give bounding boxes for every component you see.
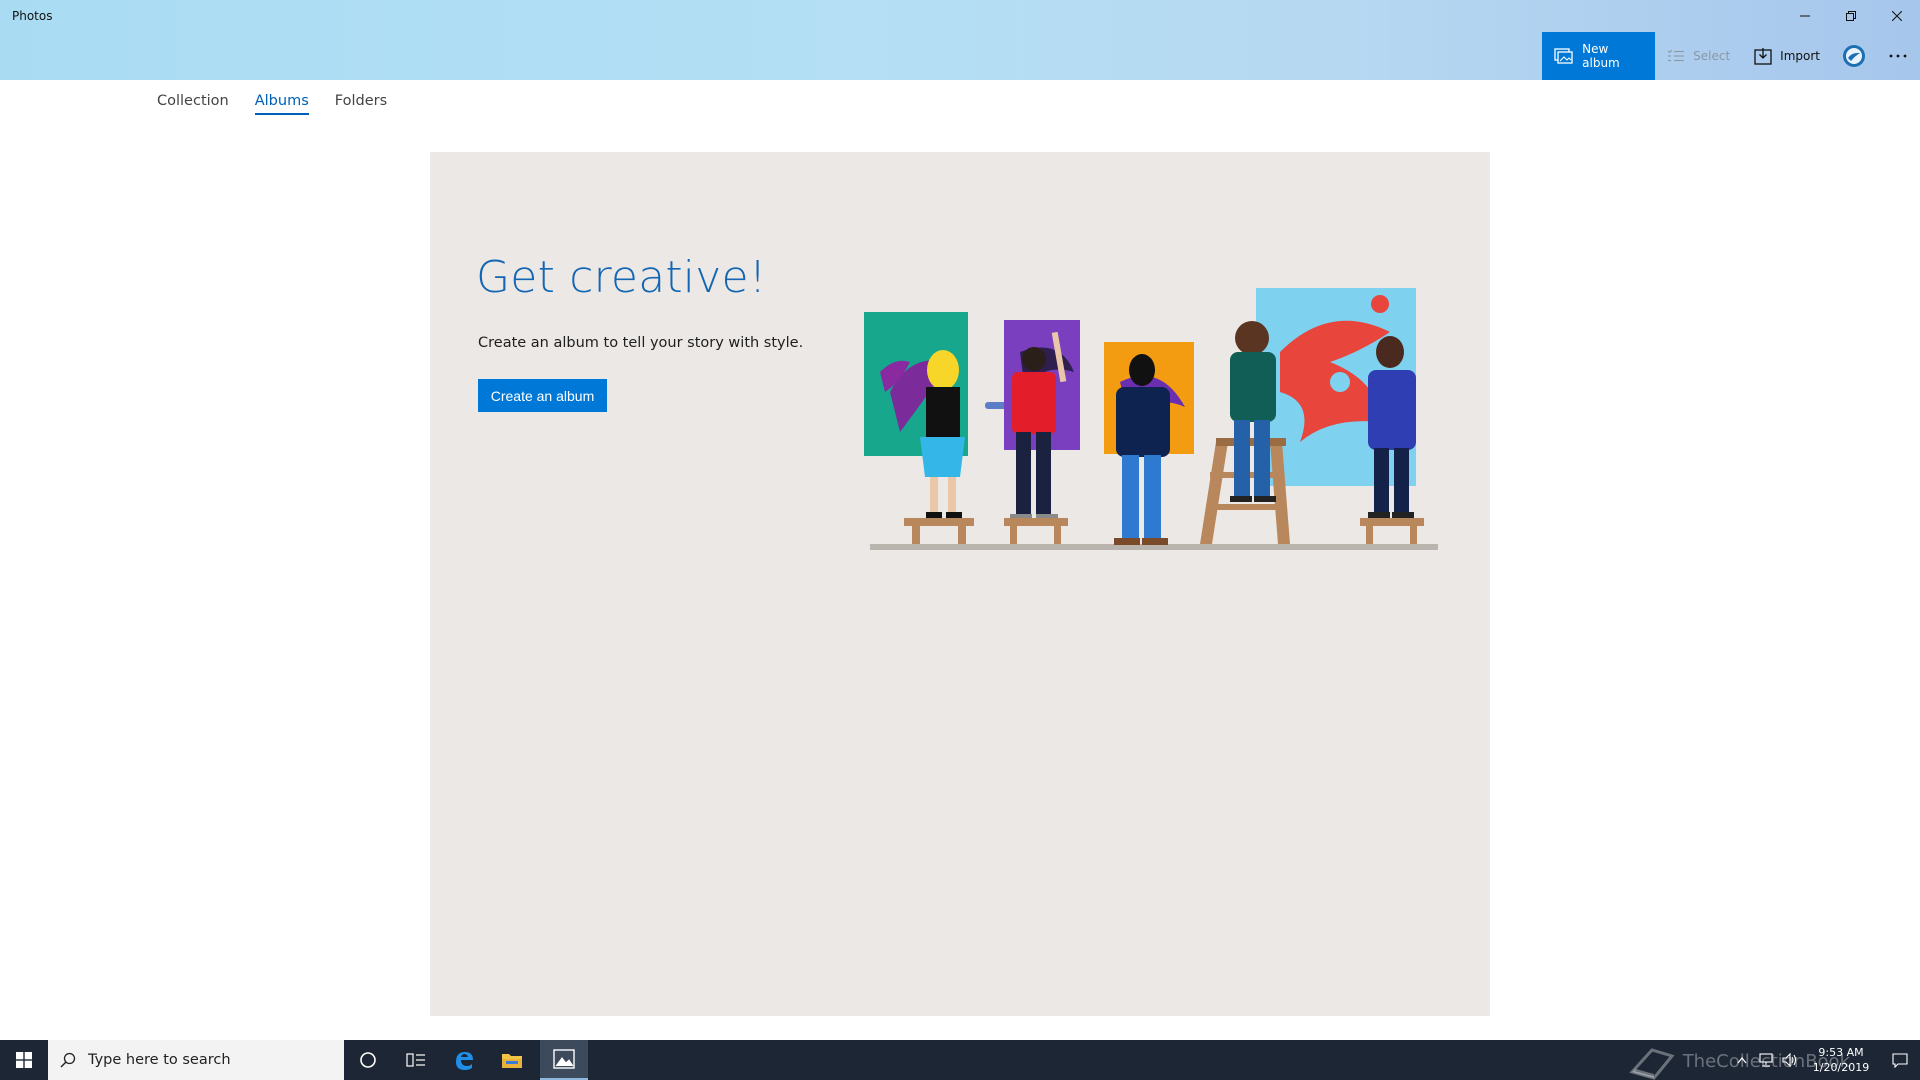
tab-albums[interactable]: Albums [254, 93, 309, 115]
close-button[interactable] [1874, 0, 1920, 32]
clock[interactable]: 9:53 AM 1/20/2019 [1802, 1045, 1880, 1075]
tab-folders[interactable]: Folders [335, 93, 387, 115]
account-button[interactable] [1832, 32, 1876, 80]
task-view-icon [406, 1053, 425, 1067]
window-controls [1782, 0, 1920, 32]
network-button[interactable] [1754, 1040, 1778, 1080]
taskbar-search[interactable]: Type here to search [48, 1040, 344, 1080]
photos-icon [553, 1049, 575, 1069]
account-avatar-icon [1843, 45, 1865, 67]
folder-icon [502, 1054, 522, 1068]
action-center-button[interactable] [1880, 1040, 1920, 1080]
volume-icon [1782, 1053, 1797, 1067]
clock-date: 1/20/2019 [1812, 1061, 1870, 1074]
restore-button[interactable] [1828, 0, 1874, 32]
select-label: Select [1693, 49, 1731, 63]
toolbar: New album Select Import [1542, 32, 1920, 80]
search-icon [60, 1052, 76, 1068]
volume-button[interactable] [1778, 1040, 1802, 1080]
network-icon [1759, 1053, 1773, 1067]
artists-painting-illustration [864, 288, 1438, 550]
more-icon [1889, 54, 1907, 58]
new-album-label: New album [1582, 42, 1620, 70]
minimize-icon [1800, 15, 1810, 17]
windows-logo-icon [16, 1052, 32, 1068]
app-title: Photos [12, 9, 53, 23]
import-icon [1754, 48, 1772, 65]
tab-collection[interactable]: Collection [157, 93, 229, 115]
system-tray: 9:53 AM 1/20/2019 [1730, 1040, 1920, 1080]
create-album-button[interactable]: Create an album [478, 379, 607, 412]
hero-title: Get creative! [476, 252, 767, 303]
search-placeholder: Type here to search [88, 1052, 231, 1068]
file-explorer-button[interactable] [488, 1040, 536, 1080]
book-watermark-icon [1628, 1048, 1675, 1080]
select-button[interactable]: Select [1655, 32, 1742, 80]
more-options-button[interactable] [1876, 32, 1920, 80]
edge-icon [456, 1052, 473, 1070]
notification-icon [1892, 1052, 1908, 1068]
chevron-up-icon [1737, 1057, 1747, 1064]
photos-app-button[interactable] [540, 1040, 588, 1080]
taskbar: Type here to search TheCollectionBook 9:… [0, 1040, 1920, 1080]
new-album-button[interactable]: New album [1542, 32, 1656, 80]
select-icon [1667, 49, 1685, 62]
close-icon [1892, 11, 1902, 21]
start-button[interactable] [0, 1040, 48, 1080]
edge-app-button[interactable] [440, 1040, 488, 1080]
new-album-icon [1554, 48, 1573, 64]
show-hidden-icons-button[interactable] [1730, 1040, 1754, 1080]
albums-empty-card: Get creative! Create an album to tell yo… [430, 152, 1490, 1016]
clock-time: 9:53 AM [1818, 1046, 1864, 1059]
hero-subtitle: Create an album to tell your story with … [478, 335, 804, 351]
import-label: Import [1780, 49, 1820, 63]
task-view-button[interactable] [392, 1040, 440, 1080]
restore-icon [1846, 11, 1856, 21]
cortana-circle-icon [360, 1052, 376, 1068]
cortana-button[interactable] [344, 1040, 392, 1080]
title-bar: Photos New album Select Import [0, 0, 1920, 80]
import-button[interactable]: Import [1742, 32, 1832, 80]
minimize-button[interactable] [1782, 0, 1828, 32]
nav-tabs: Collection Albums Folders [157, 93, 387, 115]
